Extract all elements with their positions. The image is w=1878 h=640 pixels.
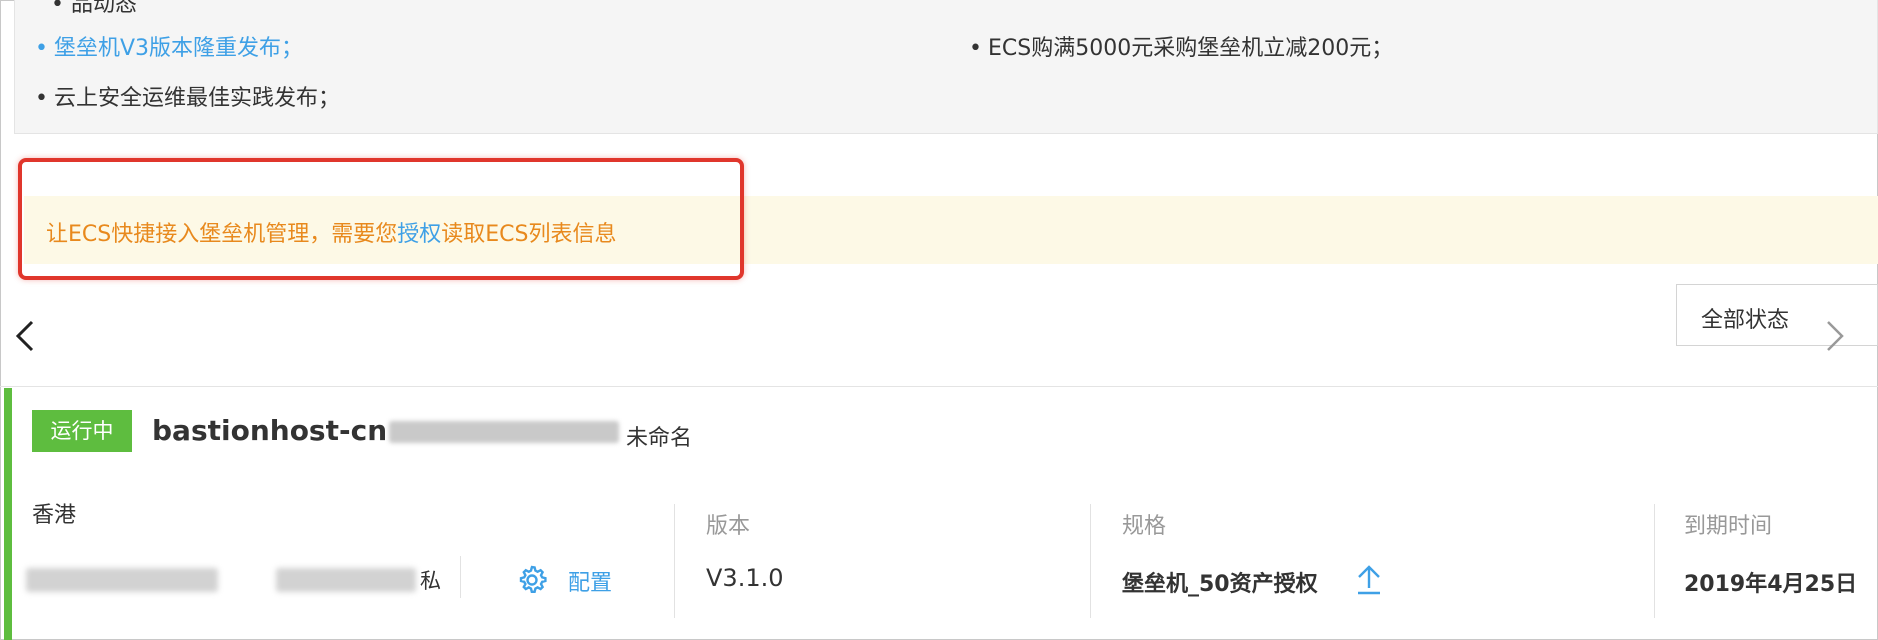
- news-item-best-practice: • 云上安全运维最佳实践发布；: [35, 86, 340, 111]
- instance-id: bastionhost-cn: [152, 414, 620, 447]
- upgrade-arrow-icon[interactable]: [1356, 564, 1382, 596]
- spec-label: 规格: [1122, 514, 1167, 539]
- highlight-box: [18, 158, 744, 280]
- config-label: 配置: [568, 571, 613, 596]
- ip-separator: [460, 556, 461, 598]
- version-label: 版本: [706, 514, 751, 539]
- expiry-label: 到期时间: [1684, 514, 1773, 539]
- column-separator: [674, 504, 675, 618]
- column-separator: [1654, 504, 1655, 618]
- instance-name[interactable]: 未命名: [626, 420, 692, 452]
- version-value: V3.1.0: [706, 564, 784, 592]
- section-divider: [0, 386, 1878, 387]
- redacted-id: [389, 421, 620, 443]
- news-item-v3-release[interactable]: • 堡垒机V3版本隆重发布；: [35, 30, 303, 62]
- news-header-cut: • 品动态: [51, 0, 137, 17]
- redacted-private-ip: [276, 568, 416, 592]
- card-status-accent: [4, 388, 12, 640]
- gear-icon: [519, 565, 547, 593]
- redacted-public-ip: [26, 568, 218, 592]
- spec-value: 堡垒机_50资产授权: [1122, 572, 1318, 597]
- private-ip-suffix: 私: [420, 569, 441, 593]
- news-item-ecs-promo: • ECS购满5000元采购堡垒机立减200元；: [969, 36, 1394, 61]
- column-separator: [1090, 504, 1091, 618]
- expiry-value: 2019年4月25日: [1684, 572, 1858, 597]
- status-badge: 运行中: [32, 410, 132, 452]
- chevron-right-icon[interactable]: [1824, 318, 1848, 354]
- news-panel: • 品动态 • 堡垒机V3版本隆重发布； • ECS购满5000元采购堡垒机立减20…: [14, 0, 1878, 134]
- region-label: 香港: [32, 503, 77, 528]
- status-filter-label: 全部状态: [1701, 308, 1790, 333]
- chevron-left-icon[interactable]: [12, 318, 36, 354]
